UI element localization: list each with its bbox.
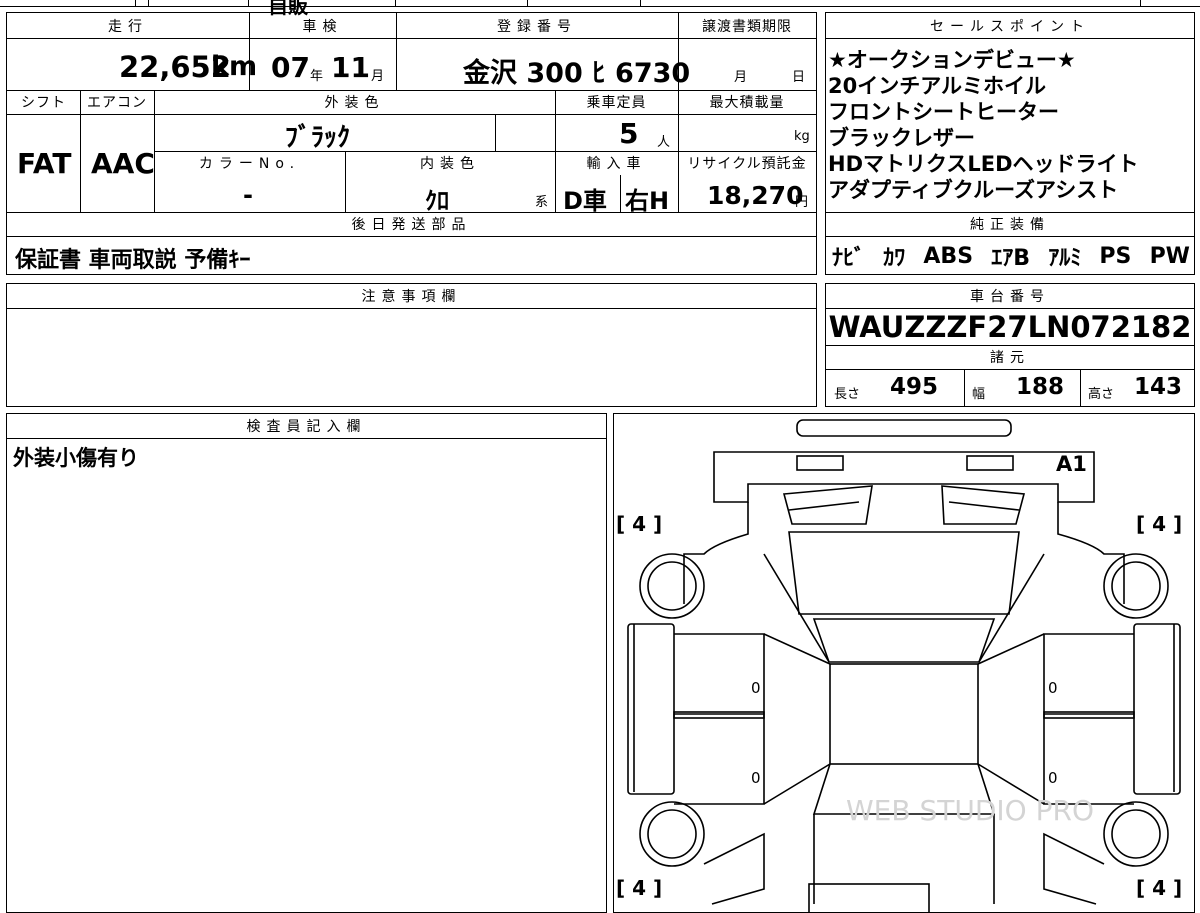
tread-front-left: [ 4 ] bbox=[616, 512, 663, 536]
steering-value: 右H bbox=[625, 187, 670, 215]
tread-front-right: [ 4 ] bbox=[1136, 512, 1183, 536]
chassis-specs-box: 車台番号 WAUZZZF27LN072182 諸元 長さ 495 幅 188 高… bbox=[825, 283, 1195, 407]
specs-header: 諸元 bbox=[990, 350, 1030, 366]
deferred-parts-header: 後日発送部品 bbox=[351, 217, 472, 233]
vehicle-info-table: 走行 車検 登録番号 譲渡書類期限 22,652 km 07 年 11 月 金沢… bbox=[6, 12, 817, 275]
equipment-item: ABS bbox=[923, 243, 974, 269]
sales-point-item: アダプティブクルーズアシスト bbox=[828, 178, 1119, 202]
inspector-note-text: 外装小傷有り bbox=[13, 446, 139, 470]
sales-points-header: セールスポイント bbox=[930, 18, 1090, 35]
notes-header: 注意事項欄 bbox=[361, 289, 462, 305]
sales-point-item: ★オークションデビュー★ bbox=[828, 48, 1076, 72]
door-left-rear-value: 0 bbox=[751, 769, 761, 787]
max-load-unit: kg bbox=[794, 129, 810, 144]
inspection-year: 07 bbox=[271, 51, 310, 84]
inspection-month: 11 bbox=[331, 51, 370, 84]
sales-points-list: ★オークションデビュー★ 20インチアルミホイル フロントシートヒーター ブラッ… bbox=[828, 47, 1192, 203]
door-right-rear-value: 0 bbox=[1048, 769, 1058, 787]
sales-point-item: 20インチアルミホイル bbox=[828, 74, 1047, 98]
aircon-header: エアコン bbox=[87, 95, 147, 111]
door-right-front-value: 0 bbox=[1048, 679, 1058, 697]
recycle-header: リサイクル預託金 bbox=[687, 156, 807, 172]
capacity-header: 乗車定員 bbox=[586, 95, 647, 111]
equipment-item: ｴｱB bbox=[991, 246, 1031, 271]
interior-color-header: 内装色 bbox=[420, 156, 480, 172]
equipment-item: PS bbox=[1099, 243, 1132, 269]
recycle-unit: 円 bbox=[795, 195, 809, 210]
color-no-value: - bbox=[243, 181, 253, 209]
exterior-color-header: 外装色 bbox=[324, 95, 385, 111]
sales-point-item: フロントシートヒーター bbox=[828, 100, 1059, 124]
tread-rear-right: [ 4 ] bbox=[1136, 876, 1183, 900]
length-label: 長さ bbox=[834, 387, 861, 402]
inspector-notes-header: 検査員記入欄 bbox=[246, 419, 367, 435]
shift-value: FAT bbox=[17, 147, 72, 180]
inspector-notes-box: 検査員記入欄 外装小傷有り bbox=[6, 413, 607, 913]
capacity-value: 5 bbox=[619, 117, 639, 150]
height-value: 143 bbox=[1134, 374, 1183, 400]
license-plate: 金沢 300 ﾋ 6730 bbox=[463, 58, 691, 89]
inspection-header: 車検 bbox=[302, 18, 343, 35]
door-left-front-value: 0 bbox=[751, 679, 761, 697]
top-partial-strip: 自販 bbox=[0, 0, 1200, 18]
chassis-no-header: 車台番号 bbox=[970, 289, 1050, 305]
deadline-day-unit: 日 bbox=[792, 70, 806, 85]
inspection-month-unit: 月 bbox=[371, 69, 385, 84]
import-type-value: D車 bbox=[563, 187, 607, 215]
damage-code-label: A1 bbox=[1056, 452, 1087, 476]
equipment-item: ﾅﾋﾞ bbox=[832, 246, 866, 271]
interior-color-suffix: 系 bbox=[535, 195, 549, 210]
length-value: 495 bbox=[890, 374, 939, 400]
tread-rear-left: [ 4 ] bbox=[616, 876, 663, 900]
watermark-text: WEB STUDIO PRO bbox=[846, 794, 1094, 827]
deadline-month-unit: 月 bbox=[734, 70, 748, 85]
width-label: 幅 bbox=[972, 387, 986, 402]
notes-box: 注意事項欄 bbox=[6, 283, 817, 407]
deferred-parts-text: 保証書 車両取説 予備ｷｰ bbox=[15, 248, 251, 273]
chassis-no-value: WAUZZZF27LN072182 bbox=[828, 310, 1192, 344]
sales-point-item: ブラックレザー bbox=[828, 126, 975, 150]
vehicle-diagram: [ 4 ] [ 4 ] [ 4 ] [ 4 ] A1 0 0 0 0 WEB S… bbox=[613, 413, 1195, 913]
registration-header: 登録番号 bbox=[497, 18, 577, 35]
factory-equipment-header: 純正装備 bbox=[970, 217, 1050, 233]
capacity-unit: 人 bbox=[657, 135, 671, 150]
car-outline-diagram bbox=[627, 419, 1181, 912]
sales-points-panel: セールスポイント ★オークションデビュー★ 20インチアルミホイル フロントシー… bbox=[825, 12, 1195, 275]
mileage-unit: km bbox=[211, 51, 258, 82]
inspection-year-unit: 年 bbox=[310, 69, 324, 84]
aircon-value: AAC bbox=[91, 147, 155, 180]
equipment-item: PW bbox=[1149, 243, 1190, 269]
transfer-deadline-header: 譲渡書類期限 bbox=[702, 18, 792, 35]
equipment-item: ｱﾙﾐ bbox=[1048, 246, 1082, 271]
max-load-header: 最大積載量 bbox=[709, 95, 785, 111]
color-no-header: カラーNo. bbox=[198, 156, 301, 172]
sales-point-item: HDマトリクスLEDヘッドライト bbox=[828, 152, 1139, 176]
equipment-item: ｶﾜ bbox=[883, 246, 906, 271]
shift-header: シフト bbox=[21, 95, 66, 111]
import-header: 輸入車 bbox=[586, 156, 647, 172]
exterior-color-value: ﾌﾞﾗｯｸ bbox=[285, 123, 351, 153]
mileage-header: 走行 bbox=[108, 18, 148, 35]
height-label: 高さ bbox=[1088, 387, 1115, 402]
width-value: 188 bbox=[1016, 374, 1065, 400]
recycle-fee-value: 18,270 bbox=[707, 181, 804, 210]
equipment-list: ﾅﾋﾞ ｶﾜ ABS ｴｱB ｱﾙﾐ PS PW bbox=[832, 239, 1190, 273]
interior-color-value: ｸﾛ bbox=[425, 187, 449, 215]
